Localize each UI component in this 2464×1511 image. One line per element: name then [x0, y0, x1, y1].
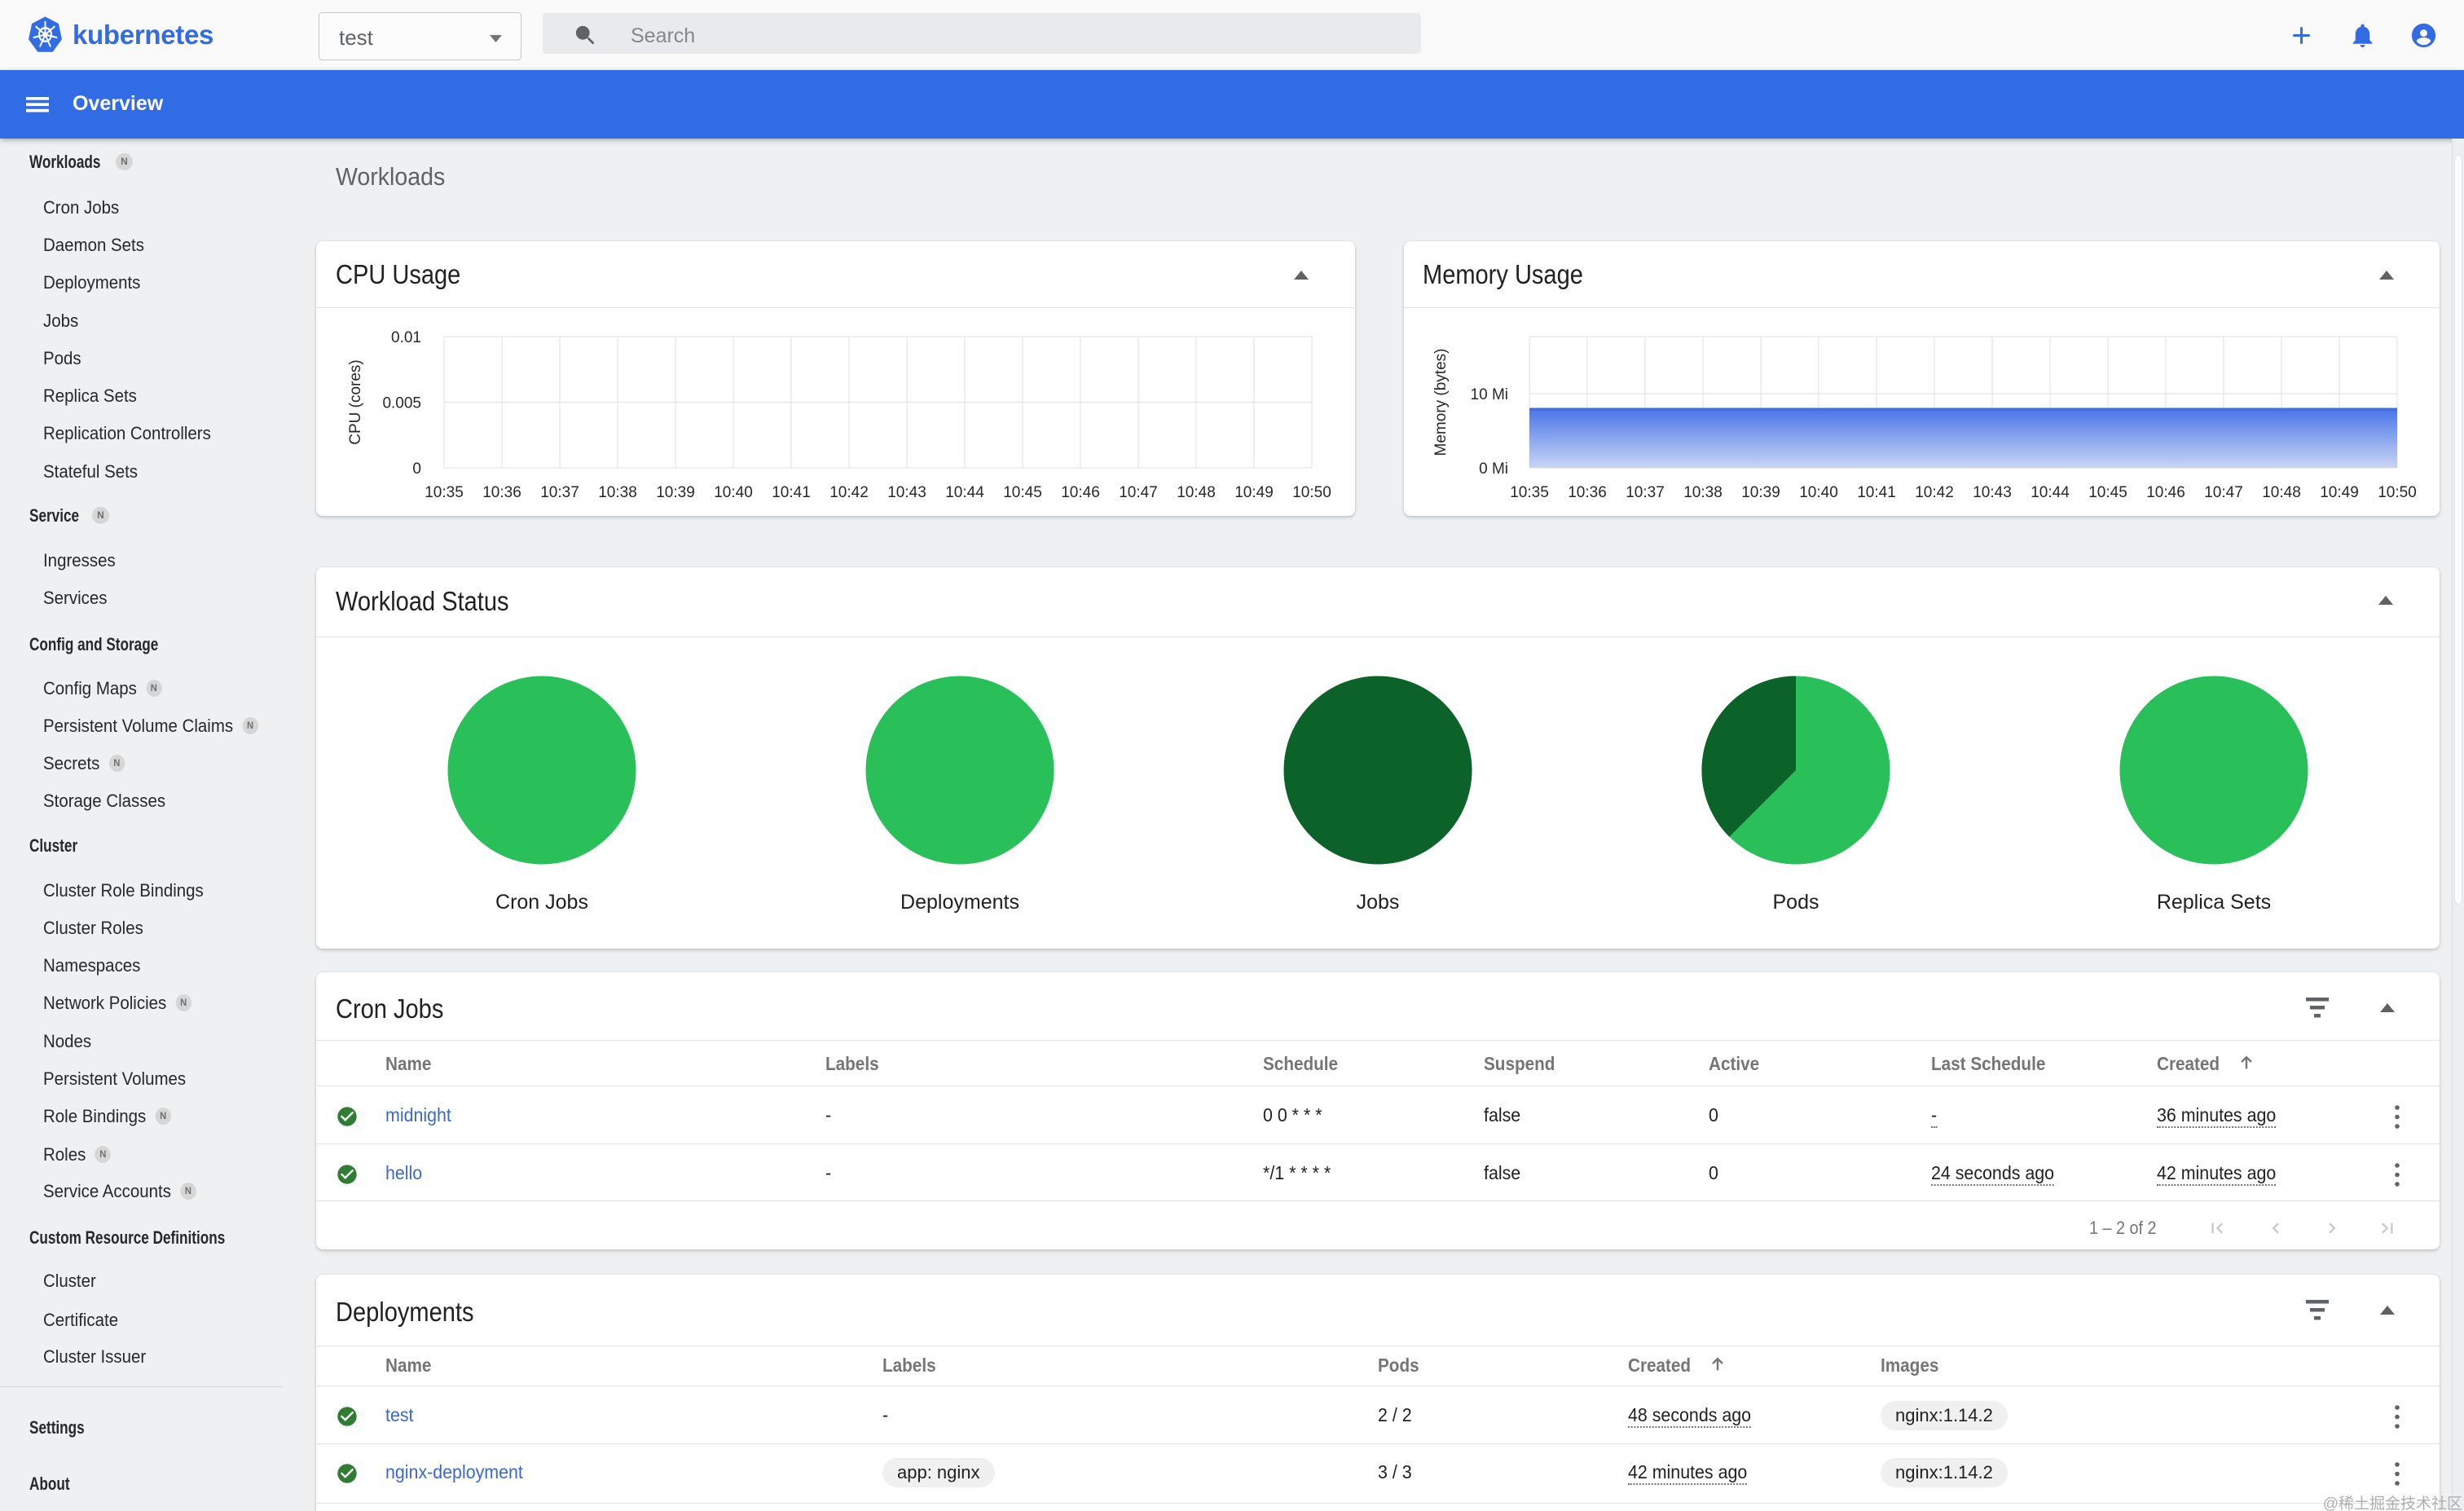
svg-text:10:48: 10:48 [2262, 484, 2301, 501]
svg-text:10:46: 10:46 [2146, 484, 2185, 501]
svg-text:10:50: 10:50 [1292, 484, 1331, 501]
svg-text:10:42: 10:42 [1915, 484, 1954, 501]
svg-text:10:38: 10:38 [1683, 484, 1723, 501]
svg-text:10:50: 10:50 [2378, 484, 2417, 501]
svg-text:10:35: 10:35 [1510, 484, 1549, 501]
svg-text:Memory (bytes): Memory (bytes) [1432, 349, 1450, 456]
svg-text:10:41: 10:41 [1857, 484, 1896, 501]
svg-text:10:43: 10:43 [1973, 484, 2012, 501]
svg-text:10:48: 10:48 [1177, 484, 1216, 501]
svg-text:10:47: 10:47 [2204, 484, 2243, 501]
svg-text:10 Mi: 10 Mi [1471, 386, 1508, 403]
svg-text:10:36: 10:36 [482, 484, 521, 501]
svg-text:10:39: 10:39 [656, 484, 695, 501]
svg-text:10:49: 10:49 [2320, 484, 2359, 501]
svg-text:10:40: 10:40 [1799, 484, 1838, 501]
svg-text:Deployments: Deployments [900, 891, 1019, 914]
svg-text:10:46: 10:46 [1061, 484, 1100, 501]
svg-text:10:47: 10:47 [1119, 484, 1158, 501]
svg-text:Replica Sets: Replica Sets [2157, 891, 2271, 914]
svg-text:10:45: 10:45 [2088, 484, 2127, 501]
svg-text:10:36: 10:36 [1568, 484, 1607, 501]
svg-text:10:43: 10:43 [887, 484, 926, 501]
svg-text:10:41: 10:41 [772, 484, 811, 501]
svg-text:0.01: 0.01 [391, 329, 421, 346]
svg-text:10:37: 10:37 [1626, 484, 1665, 501]
svg-text:10:37: 10:37 [540, 484, 579, 501]
svg-text:Jobs: Jobs [1357, 891, 1400, 914]
svg-text:10:42: 10:42 [829, 484, 869, 501]
svg-text:0 Mi: 0 Mi [1479, 460, 1508, 478]
svg-text:10:38: 10:38 [598, 484, 637, 501]
svg-text:10:39: 10:39 [1741, 484, 1780, 501]
svg-text:Cron Jobs: Cron Jobs [495, 891, 588, 914]
svg-text:10:49: 10:49 [1234, 484, 1274, 501]
svg-text:10:44: 10:44 [945, 484, 984, 501]
svg-text:CPU (cores): CPU (cores) [347, 359, 364, 445]
svg-text:0: 0 [412, 460, 421, 478]
svg-text:10:40: 10:40 [714, 484, 753, 501]
svg-text:Pods: Pods [1773, 891, 1819, 914]
svg-text:10:44: 10:44 [2031, 484, 2070, 501]
svg-text:10:45: 10:45 [1003, 484, 1042, 501]
svg-text:10:35: 10:35 [425, 484, 464, 501]
svg-text:0.005: 0.005 [382, 395, 421, 412]
